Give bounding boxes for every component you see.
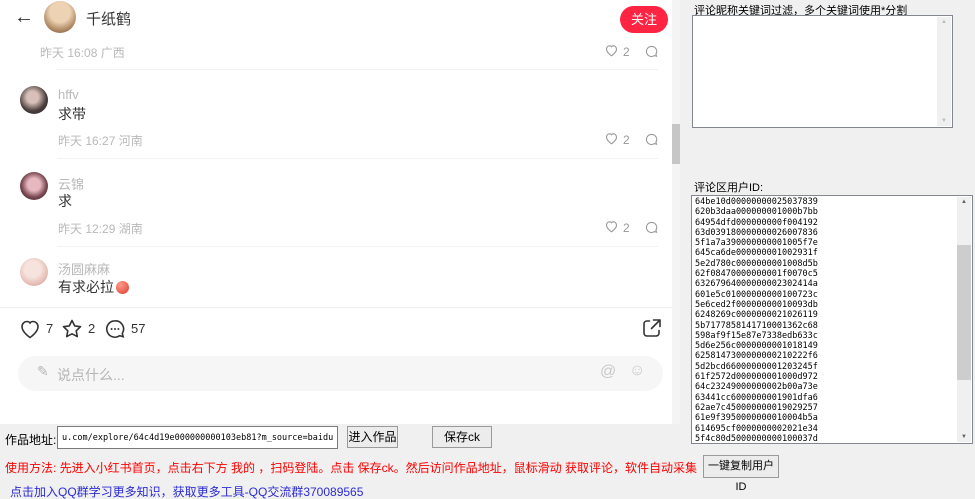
comments-icon[interactable] <box>103 317 127 341</box>
divider <box>57 69 658 70</box>
divider <box>57 158 658 159</box>
share-icon[interactable] <box>640 316 664 340</box>
comment-meta: 昨天 12:29 湖南 <box>58 220 143 237</box>
user-ids-textarea[interactable]: 64be10d00000000025037839 620b3daa0000000… <box>691 195 973 444</box>
ids-scrollbar[interactable]: ▲ ▼ <box>957 197 971 442</box>
app-window: ← 千纸鹤 关注 昨天 16:08 广西 2 hffv 求带 昨天 16:27 … <box>0 0 975 499</box>
commenter-avatar[interactable] <box>20 86 48 114</box>
heart-icon[interactable] <box>604 43 619 58</box>
copy-user-ids-button[interactable]: 一键复制用户ID <box>703 455 779 478</box>
scroll-up-icon[interactable]: ▲ <box>937 19 951 25</box>
like-count: 7 <box>46 321 53 336</box>
heart-icon[interactable] <box>604 219 619 234</box>
save-cookie-button[interactable]: 保存ck <box>432 426 492 448</box>
comment-bubble-icon[interactable] <box>644 220 659 235</box>
emoji-smiley-icon[interactable]: ☺ <box>629 362 645 380</box>
back-icon[interactable]: ← <box>14 6 34 29</box>
keyword-filter-textarea[interactable]: ▲ ▼ <box>692 15 953 128</box>
heart-icon[interactable] <box>604 131 619 146</box>
comment-input-placeholder[interactable]: 说点什么... <box>57 365 125 385</box>
follow-button[interactable]: 关注 <box>620 6 668 33</box>
work-url-label: 作品地址: <box>5 431 56 448</box>
comment-bubble-icon[interactable] <box>644 132 659 147</box>
comment-like-count: 2 <box>623 221 630 235</box>
comment-text: 求带 <box>58 104 86 124</box>
qq-group-link[interactable]: 点击加入QQ群学习更多知识，获取更多工具-QQ交流群370089565 <box>10 483 363 499</box>
collect-star-icon[interactable] <box>60 317 84 341</box>
commenter-name[interactable]: hffv <box>58 87 79 102</box>
author-name[interactable]: 千纸鹤 <box>86 8 131 29</box>
browser-scrollbar-track[interactable] <box>672 0 680 424</box>
like-heart-icon[interactable] <box>18 317 42 341</box>
section-divider <box>0 307 672 308</box>
comment-text: 求 <box>58 191 72 211</box>
ids-scrollbar-thumb[interactable] <box>957 245 971 380</box>
comment-text: 有求必拉 <box>58 277 129 297</box>
post-like-count: 2 <box>623 45 630 59</box>
divider <box>57 246 658 247</box>
enter-work-button[interactable]: 进入作品 <box>347 426 398 448</box>
collect-count: 2 <box>88 321 95 336</box>
comment-count: 57 <box>131 321 145 336</box>
post-meta: 昨天 16:08 广西 <box>40 44 125 61</box>
user-ids-list: 64be10d00000000025037839 620b3daa0000000… <box>695 197 955 442</box>
scroll-down-icon[interactable]: ▼ <box>937 118 951 124</box>
comment-like-count: 2 <box>623 133 630 147</box>
scroll-down-icon[interactable]: ▼ <box>957 434 971 440</box>
mention-at-icon[interactable]: @ <box>600 363 616 381</box>
comment-meta: 昨天 16:27 河南 <box>58 132 143 149</box>
scroll-up-icon[interactable]: ▲ <box>957 199 971 205</box>
xhs-comment-panel: ← 千纸鹤 关注 昨天 16:08 广西 2 hffv 求带 昨天 16:27 … <box>0 0 672 424</box>
work-url-input[interactable] <box>57 426 338 449</box>
browser-scrollbar-thumb[interactable] <box>672 124 680 164</box>
commenter-avatar[interactable] <box>20 172 48 200</box>
pencil-icon: ✎ <box>37 363 49 380</box>
commenter-name[interactable]: 汤圆麻麻 <box>58 259 110 278</box>
comment-bubble-icon[interactable] <box>644 44 659 59</box>
usage-instructions: 使用方法: 先进入小红书首页，点击右下方 我的 ，扫码登陆。点击 保存ck。然后… <box>5 459 690 476</box>
user-ids-label: 评论区用户ID: <box>694 179 763 195</box>
commenter-avatar[interactable] <box>20 258 48 286</box>
author-avatar[interactable] <box>44 1 76 33</box>
comment-text-span: 有求必拉 <box>58 279 114 295</box>
filter-scrollbar[interactable]: ▲ ▼ <box>937 17 951 126</box>
red-blush-emoji-icon <box>116 281 129 294</box>
